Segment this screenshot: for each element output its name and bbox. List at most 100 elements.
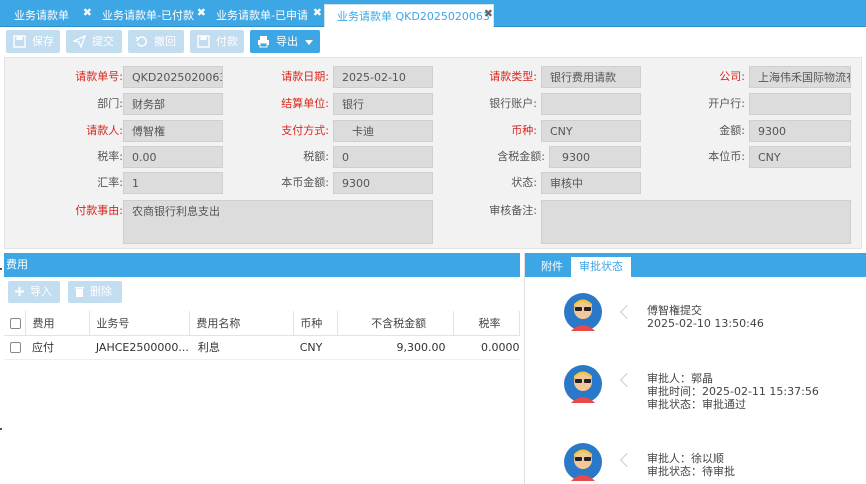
- audit-note-field[interactable]: [541, 200, 851, 244]
- req-date-field[interactable]: 2025-02-10: [333, 66, 433, 88]
- undo-icon: [135, 36, 147, 47]
- tab-business-request-applied[interactable]: 业务请款单-已申请 ✖: [204, 4, 322, 27]
- currency-field[interactable]: CNY: [541, 120, 641, 142]
- tab-current-request[interactable]: 业务请款单 QKD2025020063 ✖: [324, 4, 494, 27]
- print-icon: [258, 36, 269, 48]
- table-row[interactable]: 应付 JAHCE2500000... 利息 CNY 9,300.00 0.000…: [4, 335, 520, 360]
- rate-field[interactable]: 1: [123, 172, 223, 194]
- dept-field[interactable]: 财务部: [123, 93, 223, 115]
- column-header[interactable]: 不含税金额: [337, 311, 454, 336]
- avatar: [564, 443, 602, 481]
- biz-no-cell: JAHCE2500000...: [89, 335, 190, 360]
- submit-button[interactable]: 提交: [66, 30, 122, 53]
- req-type-field[interactable]: 银行费用请款: [541, 66, 641, 88]
- audit-note-label: 审核备注:: [489, 204, 537, 217]
- settle-field[interactable]: 银行: [333, 93, 433, 115]
- entry-line: 傅智権提交: [647, 304, 702, 317]
- reason-label: 付款事由:: [75, 204, 123, 217]
- local-cur-label: 本位币:: [708, 150, 745, 163]
- column-header[interactable]: 费用: [25, 311, 91, 336]
- approval-entry: 傅智権提交 2025-02-10 13:50:46: [619, 301, 849, 335]
- trash-icon: [75, 287, 84, 297]
- tab-approval-status[interactable]: 审批状态: [571, 257, 631, 277]
- tax-total-field[interactable]: 9300: [549, 146, 641, 168]
- fee-type-cell: 应付: [25, 335, 90, 360]
- tab-label: 业务请款单: [14, 9, 69, 22]
- withdraw-label: 撤回: [154, 35, 176, 48]
- export-label: 导出: [276, 35, 298, 48]
- tab-label: 业务请款单-已付款: [102, 9, 194, 22]
- amount-label: 金额:: [719, 124, 745, 137]
- entry-line: 2025-02-10 13:50:46: [647, 317, 764, 330]
- fees-table: 费用 业务号 费用名称 币种 不含税金额 税率 应付 JAHCE2500000.…: [4, 311, 520, 360]
- tax-field[interactable]: 0: [333, 146, 433, 168]
- send-icon: [73, 35, 86, 48]
- currency-cell: CNY: [293, 335, 338, 360]
- company-field[interactable]: 上海伟禾国际物流有: [749, 66, 851, 88]
- close-icon[interactable]: ✖: [313, 1, 322, 24]
- tab-business-request-paid[interactable]: 业务请款单-已付款 ✖: [90, 4, 206, 27]
- pay-method-field[interactable]: 卡迪: [333, 120, 433, 142]
- req-type-label: 请款类型:: [489, 70, 537, 83]
- column-header[interactable]: 费用名称: [189, 311, 295, 336]
- bank-acct-label: 银行账户:: [489, 97, 537, 110]
- entry-line: 审批人：徐以顺: [647, 452, 724, 465]
- request-form: 请款单号: QKD2025020063 请款日期: 2025-02-10 请款类…: [4, 57, 862, 249]
- delete-button[interactable]: 删除: [68, 281, 122, 303]
- tab-business-request[interactable]: 业务请款单 ✖: [2, 4, 92, 27]
- edge-mark: [0, 268, 2, 270]
- fee-name-cell: 利息: [189, 335, 294, 360]
- req-no-label: 请款单号:: [75, 70, 123, 83]
- save-icon: [197, 35, 210, 48]
- approval-panel: 附件 审批状态 傅智権提交 2025-02-10 13:50:46 审批人：郭晶…: [524, 253, 866, 484]
- open-bank-label: 开户行:: [708, 97, 745, 110]
- column-header[interactable]: 税率: [453, 311, 520, 336]
- select-all-checkbox[interactable]: [4, 311, 27, 336]
- chevron-down-icon[interactable]: [305, 40, 313, 45]
- save-icon: [13, 35, 26, 48]
- tax-total-label: 含税金额:: [497, 150, 545, 163]
- applicant-field[interactable]: 傅智権: [123, 120, 223, 142]
- save-button[interactable]: 保存: [6, 30, 60, 53]
- reason-field[interactable]: 农商银行利息支出: [123, 200, 433, 244]
- pay-button[interactable]: 付款: [190, 30, 244, 53]
- tax-rate-field[interactable]: 0.00: [123, 146, 223, 168]
- export-button[interactable]: 导出: [250, 30, 320, 53]
- local-total-field[interactable]: 9300: [333, 172, 433, 194]
- tax-rate-cell: 0.0000: [453, 335, 520, 360]
- tab-label: 业务请款单-已申请: [216, 9, 308, 22]
- import-button[interactable]: 导入: [8, 281, 60, 303]
- submit-label: 提交: [92, 35, 114, 48]
- approval-entry: 审批人：郭晶 审批时间：2025-02-11 15:37:56 审批状态：审批通…: [619, 369, 849, 415]
- delete-label: 删除: [90, 285, 112, 298]
- req-no-field[interactable]: QKD2025020063: [123, 66, 223, 88]
- status-field: 审核中: [541, 172, 641, 194]
- table-header-row: 费用 业务号 费用名称 币种 不含税金额 税率: [4, 311, 520, 336]
- amount-cell: 9,300.00: [337, 335, 454, 360]
- local-total-label: 本币金额:: [281, 176, 329, 189]
- fees-panel: 费用 导入 删除 费用 业务号 费用名称 币种 不含税金额 税率 应付 JAHC…: [4, 253, 520, 484]
- rate-label: 汇率:: [97, 176, 123, 189]
- entry-line: 审批状态：审批通过: [647, 398, 746, 411]
- pay-method-label: 支付方式:: [281, 124, 329, 137]
- open-bank-field[interactable]: [749, 93, 851, 115]
- currency-label: 币种:: [511, 124, 537, 137]
- approval-entry: 审批人：徐以顺 审批状态：待审批: [619, 449, 849, 483]
- tab-attachments[interactable]: 附件: [533, 257, 571, 277]
- tax-rate-label: 税率:: [97, 150, 123, 163]
- column-header[interactable]: 业务号: [89, 311, 191, 336]
- column-header[interactable]: 币种: [293, 311, 339, 336]
- amount-field[interactable]: 9300: [749, 120, 851, 142]
- status-label: 状态:: [511, 176, 537, 189]
- toolbar: 保存 提交 撤回 付款 导出: [0, 27, 866, 57]
- right-tabs: 附件 审批状态: [525, 253, 866, 277]
- entry-line: 审批状态：待审批: [647, 465, 735, 478]
- row-checkbox[interactable]: [4, 335, 26, 360]
- local-cur-field[interactable]: CNY: [749, 146, 851, 168]
- withdraw-button[interactable]: 撤回: [128, 30, 184, 53]
- applicant-label: 请款人:: [86, 124, 123, 137]
- bank-acct-field[interactable]: [541, 93, 641, 115]
- close-icon[interactable]: ✖: [484, 2, 493, 25]
- company-label: 公司:: [719, 70, 745, 83]
- save-label: 保存: [32, 35, 54, 48]
